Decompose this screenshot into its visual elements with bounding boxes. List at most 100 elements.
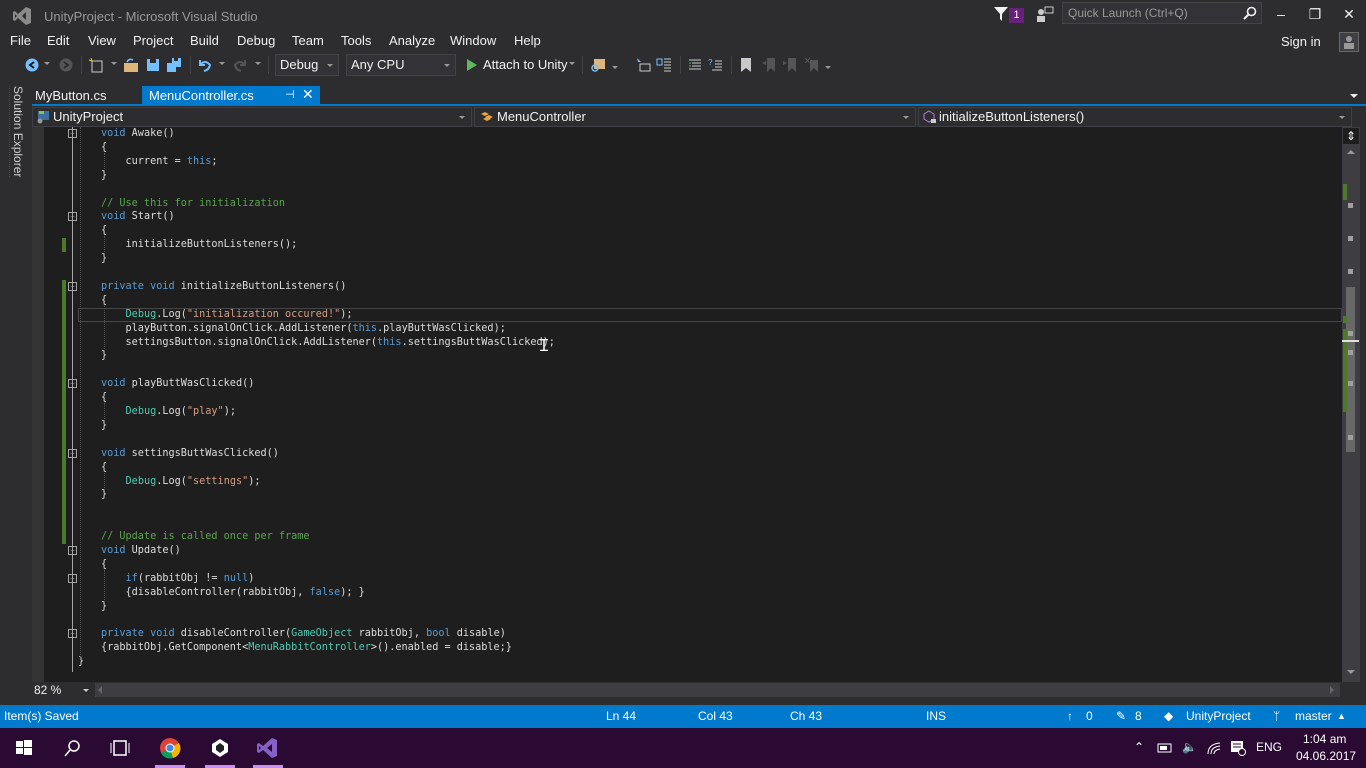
active-files-dropdown-icon[interactable] — [1350, 94, 1358, 98]
member-dropdown[interactable]: initializeButtonListeners() — [918, 107, 1352, 127]
find-in-files-icon[interactable] — [590, 57, 606, 73]
branch-menu-up-icon[interactable]: ▲ — [1337, 711, 1346, 721]
code-line[interactable]: playButton.signalOnClick.AddListener(thi… — [101, 322, 506, 336]
unpublished-commits-count[interactable]: 0 — [1086, 709, 1093, 723]
show-hidden-icons-icon[interactable]: ⌃ — [1134, 740, 1144, 754]
close-window-button[interactable]: ✕ — [1332, 0, 1366, 28]
notification-count-badge[interactable]: 1 — [1009, 8, 1024, 23]
code-line[interactable]: } — [101, 349, 107, 363]
class-dropdown[interactable]: MenuController — [474, 107, 916, 127]
scroll-down-arrow-icon[interactable] — [1347, 670, 1355, 674]
branch-name[interactable]: master — [1295, 709, 1332, 723]
attach-to-unity-button[interactable]: Attach to Unity — [483, 57, 568, 72]
code-line[interactable]: void Awake() — [101, 127, 175, 141]
menu-debug[interactable]: Debug — [237, 33, 275, 48]
scroll-right-arrow-icon[interactable] — [1330, 686, 1334, 694]
horizontal-scrollbar[interactable] — [95, 683, 1340, 697]
git-repo-icon[interactable]: ◆ — [1164, 709, 1173, 723]
restore-button[interactable]: ❐ — [1298, 0, 1332, 28]
code-line[interactable]: {disableController(rabbitObj, false); } — [101, 586, 365, 600]
code-line[interactable]: } — [101, 419, 107, 433]
code-line[interactable]: } — [101, 600, 107, 614]
visual-studio-taskbar-icon[interactable] — [255, 736, 279, 760]
split-window-icon[interactable]: ⇕ — [1343, 128, 1359, 144]
code-line[interactable]: } — [101, 169, 107, 183]
menu-edit[interactable]: Edit — [47, 33, 69, 48]
code-line[interactable]: if(rabbitObj != null) — [101, 572, 255, 586]
up-arrow-icon[interactable]: ↑ — [1067, 709, 1073, 723]
code-line[interactable]: private void initializeButtonListeners() — [101, 280, 346, 294]
attach-dropdown-icon[interactable] — [569, 62, 575, 65]
previous-bookmark-icon[interactable] — [761, 57, 777, 73]
scroll-up-arrow-icon[interactable] — [1347, 150, 1355, 154]
menu-tools[interactable]: Tools — [341, 33, 371, 48]
code-line[interactable]: void Start() — [101, 210, 175, 224]
undo-dropdown-icon[interactable] — [219, 62, 225, 65]
wifi-icon[interactable] — [1206, 741, 1222, 755]
pending-changes-count[interactable]: 8 — [1135, 709, 1142, 723]
menu-analyze[interactable]: Analyze — [389, 33, 435, 48]
scrollbar-thumb[interactable] — [1346, 287, 1355, 452]
battery-icon[interactable] — [1157, 742, 1173, 754]
code-line[interactable]: } — [101, 488, 107, 502]
code-line[interactable]: // Use this for initialization — [101, 197, 285, 211]
code-line[interactable]: } — [101, 252, 107, 266]
code-line[interactable]: initializeButtonListeners(); — [101, 238, 298, 252]
next-bookmark-icon[interactable] — [782, 57, 798, 73]
save-all-icon[interactable] — [166, 57, 182, 73]
quick-launch-input[interactable]: Quick Launch (Ctrl+Q) — [1062, 2, 1262, 24]
solution-platform-select[interactable]: Any CPU — [346, 54, 456, 76]
navigate-back-icon[interactable] — [24, 57, 40, 73]
redo-dropdown-icon[interactable] — [255, 62, 261, 65]
chrome-icon[interactable] — [158, 736, 182, 760]
tab-mybutton-cs[interactable]: MyButton.cs — [35, 88, 107, 103]
solution-explorer-tab[interactable]: Solution Explorer — [9, 86, 25, 178]
close-tab-icon[interactable]: ✕ — [302, 85, 314, 104]
find-dropdown-icon[interactable] — [612, 66, 618, 69]
search-icon[interactable] — [60, 736, 84, 760]
new-project-icon[interactable] — [88, 57, 104, 73]
clock-time[interactable]: 1:04 am — [1303, 732, 1346, 746]
clear-bookmarks-icon[interactable] — [804, 57, 820, 73]
clock-date[interactable]: 04.06.2017 — [1296, 749, 1356, 763]
new-project-dropdown-icon[interactable] — [111, 62, 117, 65]
menu-team[interactable]: Team — [292, 33, 324, 48]
comment-lines-icon[interactable] — [687, 57, 703, 73]
feedback-icon[interactable] — [1036, 6, 1054, 24]
zoom-level-select[interactable]: 82 % — [32, 683, 92, 697]
git-branch-icon[interactable]: ᛘ — [1273, 709, 1280, 723]
task-view-icon[interactable] — [108, 736, 132, 760]
code-line[interactable]: Debug.Log("settings"); — [101, 475, 261, 489]
notifications-filter-icon[interactable] — [994, 7, 1008, 21]
save-icon[interactable] — [145, 57, 161, 73]
toolbar-overflow-icon[interactable] — [825, 66, 831, 69]
solution-configuration-select[interactable]: Debug — [275, 54, 339, 76]
menu-file[interactable]: File — [10, 33, 31, 48]
back-dropdown-icon[interactable] — [44, 62, 50, 65]
project-dropdown[interactable]: UnityProject — [32, 107, 472, 127]
menu-project[interactable]: Project — [133, 33, 173, 48]
code-line[interactable]: {rabbitObj.GetComponent<MenuRabbitContro… — [101, 641, 512, 655]
search-icon[interactable] — [1243, 6, 1257, 20]
input-language[interactable]: ENG — [1256, 740, 1282, 754]
document-outline-icon[interactable] — [656, 57, 672, 73]
code-line[interactable]: settingsButton.signalOnClick.AddListener… — [101, 336, 555, 350]
code-line[interactable]: // Update is called once per frame — [101, 530, 310, 544]
sign-in-link[interactable]: Sign in — [1281, 34, 1321, 49]
menu-build[interactable]: Build — [190, 33, 219, 48]
uncomment-lines-icon[interactable]: ? — [708, 57, 724, 73]
code-line[interactable]: void settingsButtWasClicked() — [101, 447, 279, 461]
pencil-icon[interactable]: ✎ — [1116, 709, 1126, 723]
code-line[interactable]: } — [78, 655, 84, 669]
navigate-forward-icon[interactable] — [58, 57, 74, 73]
repository-name[interactable]: UnityProject — [1186, 709, 1251, 723]
step-into-icon[interactable] — [635, 57, 651, 73]
code-line[interactable]: private void disableController(GameObjec… — [101, 627, 506, 641]
minimize-button[interactable]: ‒ — [1264, 0, 1298, 28]
code-line[interactable]: Debug.Log("initialization occured!"); — [101, 308, 353, 322]
windows-start-icon[interactable] — [12, 736, 36, 760]
account-avatar-icon[interactable] — [1339, 32, 1359, 52]
unity-icon[interactable] — [208, 736, 232, 760]
code-line[interactable]: void Update() — [101, 544, 181, 558]
menu-view[interactable]: View — [88, 33, 116, 48]
